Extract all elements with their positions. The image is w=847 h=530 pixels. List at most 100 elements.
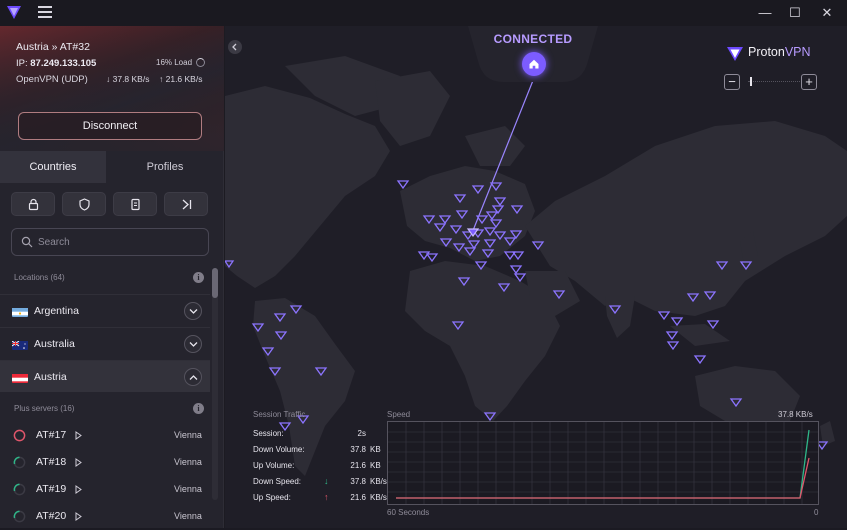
stat-value: 21.6: [350, 493, 366, 502]
lock-icon: [28, 198, 39, 211]
stat-label: Down Volume:: [253, 445, 305, 454]
locations-info-icon[interactable]: i: [193, 272, 204, 283]
collapse-sidebar-button[interactable]: [228, 40, 242, 54]
chevron-left-icon: [232, 43, 237, 51]
tab-countries[interactable]: Countries: [0, 151, 106, 183]
protonvpn-logo-icon: [7, 6, 21, 19]
country-row-austria[interactable]: Austria: [0, 360, 210, 392]
server-city: Vienna: [174, 511, 202, 521]
ip-label: IP:: [16, 58, 28, 69]
zoom-out-button[interactable]: −: [724, 74, 740, 90]
server-load-ring-icon: [13, 429, 26, 442]
stat-up-speed: Up Speed: ↑ 21.6 KB/s: [253, 492, 388, 505]
server-load-ring-icon: [13, 456, 26, 469]
plus-servers-label: Plus servers (16): [14, 404, 75, 413]
server-city: Vienna: [174, 484, 202, 494]
australia-flag-icon: [12, 339, 28, 350]
scrollbar-thumb[interactable]: [212, 268, 218, 298]
server-name: AT#17: [36, 429, 67, 441]
chevron-down-icon: [189, 309, 198, 314]
close-button[interactable]: ✕: [814, 3, 840, 23]
connect-play-icon[interactable]: [75, 458, 82, 467]
download-speed-line: [396, 429, 810, 499]
server-load: 16% Load: [156, 58, 206, 67]
protocol: OpenVPN (UDP): [16, 74, 88, 85]
ip-value: 87.249.133.105: [30, 58, 97, 69]
connected-server: Austria » AT#32: [16, 41, 90, 53]
connect-play-icon[interactable]: [75, 512, 82, 521]
connection-card: Austria » AT#32 IP: 87.249.133.105 16% L…: [0, 26, 224, 151]
disconnect-button[interactable]: Disconnect: [18, 112, 202, 140]
tab-profiles[interactable]: Profiles: [106, 151, 224, 183]
stat-up-volume: Up Volume: 21.6 KB: [253, 461, 388, 473]
plus-servers-info-icon[interactable]: i: [193, 403, 204, 414]
search-icon: [21, 236, 33, 248]
skip-forward-icon: [182, 199, 192, 210]
netshield-filter-button[interactable]: [62, 192, 106, 216]
stat-unit: KB: [370, 461, 381, 470]
speed-graph: [387, 421, 819, 505]
country-row-argentina[interactable]: Argentina: [0, 294, 210, 326]
stat-unit: KB: [370, 445, 381, 454]
austria-flag-icon: [12, 372, 28, 383]
server-name: AT#19: [36, 483, 67, 495]
speed-graph-plot: [388, 422, 818, 504]
upload-arrow-icon: ↑: [324, 492, 329, 502]
home-icon: [529, 59, 539, 69]
minimize-button[interactable]: —: [752, 3, 778, 23]
argentina-flag-icon: [12, 306, 28, 317]
zoom-slider-handle[interactable]: [750, 77, 752, 86]
server-row-at19[interactable]: AT#19 Vienna: [0, 476, 210, 503]
zoom-in-button[interactable]: +: [801, 74, 817, 90]
stat-label: Down Speed:: [253, 477, 302, 486]
server-load-ring-icon: [13, 483, 26, 496]
stat-label: Up Volume:: [253, 461, 295, 470]
country-row-australia[interactable]: Australia: [0, 327, 210, 359]
p2p-filter-button[interactable]: [113, 192, 157, 216]
maximize-button[interactable]: ☐: [782, 3, 808, 23]
search-input[interactable]: [38, 234, 198, 250]
collapse-austria-button[interactable]: [184, 368, 202, 386]
stat-down-speed: Down Speed: ↓ 37.8 KB/s: [253, 476, 388, 489]
stat-value: 21.6: [350, 461, 366, 470]
connect-play-icon[interactable]: [75, 431, 82, 440]
brand-name: ProtonVPN: [748, 45, 811, 59]
download-rate: ↓ 37.8 KB/s: [106, 74, 150, 84]
stat-label: Session:: [253, 429, 284, 438]
home-country-button[interactable]: [522, 52, 546, 76]
title-bar: — ☐ ✕: [0, 0, 847, 26]
sidebar-scrollbar[interactable]: [212, 268, 218, 500]
server-marker-icons[interactable]: [225, 180, 829, 451]
server-city: Vienna: [174, 430, 202, 440]
zoom-slider-track[interactable]: [748, 81, 802, 83]
expand-argentina-button[interactable]: [184, 302, 202, 320]
server-row-at18[interactable]: AT#18 Vienna: [0, 449, 210, 476]
server-row-at17[interactable]: AT#17 Vienna: [0, 422, 210, 449]
stat-value: 37.8: [350, 445, 366, 454]
brand-vpn: VPN: [784, 45, 811, 59]
country-name: Austria: [34, 371, 67, 383]
search-box: [11, 228, 209, 256]
expand-australia-button[interactable]: [184, 335, 202, 353]
speed-graph-axis-left: 60 Seconds: [387, 508, 430, 517]
server-load-text: 16% Load: [156, 58, 193, 67]
stat-value: 2s: [357, 429, 366, 438]
hamburger-menu-icon[interactable]: [38, 6, 52, 18]
shield-icon: [79, 198, 90, 211]
server-city: Vienna: [174, 457, 202, 467]
server-name: AT#20: [36, 510, 67, 522]
connect-play-icon[interactable]: [75, 485, 82, 494]
speed-graph-title: Speed: [387, 410, 411, 419]
server-row-at20[interactable]: AT#20 Vienna: [0, 503, 210, 530]
download-arrow-icon: ↓: [324, 476, 329, 486]
connection-status: CONNECTED: [493, 32, 573, 46]
stat-down-volume: Down Volume: 37.8 KB: [253, 445, 388, 457]
country-name: Australia: [34, 338, 75, 350]
protonvpn-window: — ☐ ✕ Austria » AT#32 IP: 87.249.133.105…: [0, 0, 847, 528]
tor-filter-button[interactable]: [164, 192, 208, 216]
sidebar: Austria » AT#32 IP: 87.249.133.105 16% L…: [0, 26, 224, 528]
secure-core-filter-button[interactable]: [11, 192, 55, 216]
locations-label: Locations (64): [14, 273, 65, 282]
stat-label: Up Speed:: [253, 493, 291, 502]
load-ring-icon: [196, 58, 206, 67]
